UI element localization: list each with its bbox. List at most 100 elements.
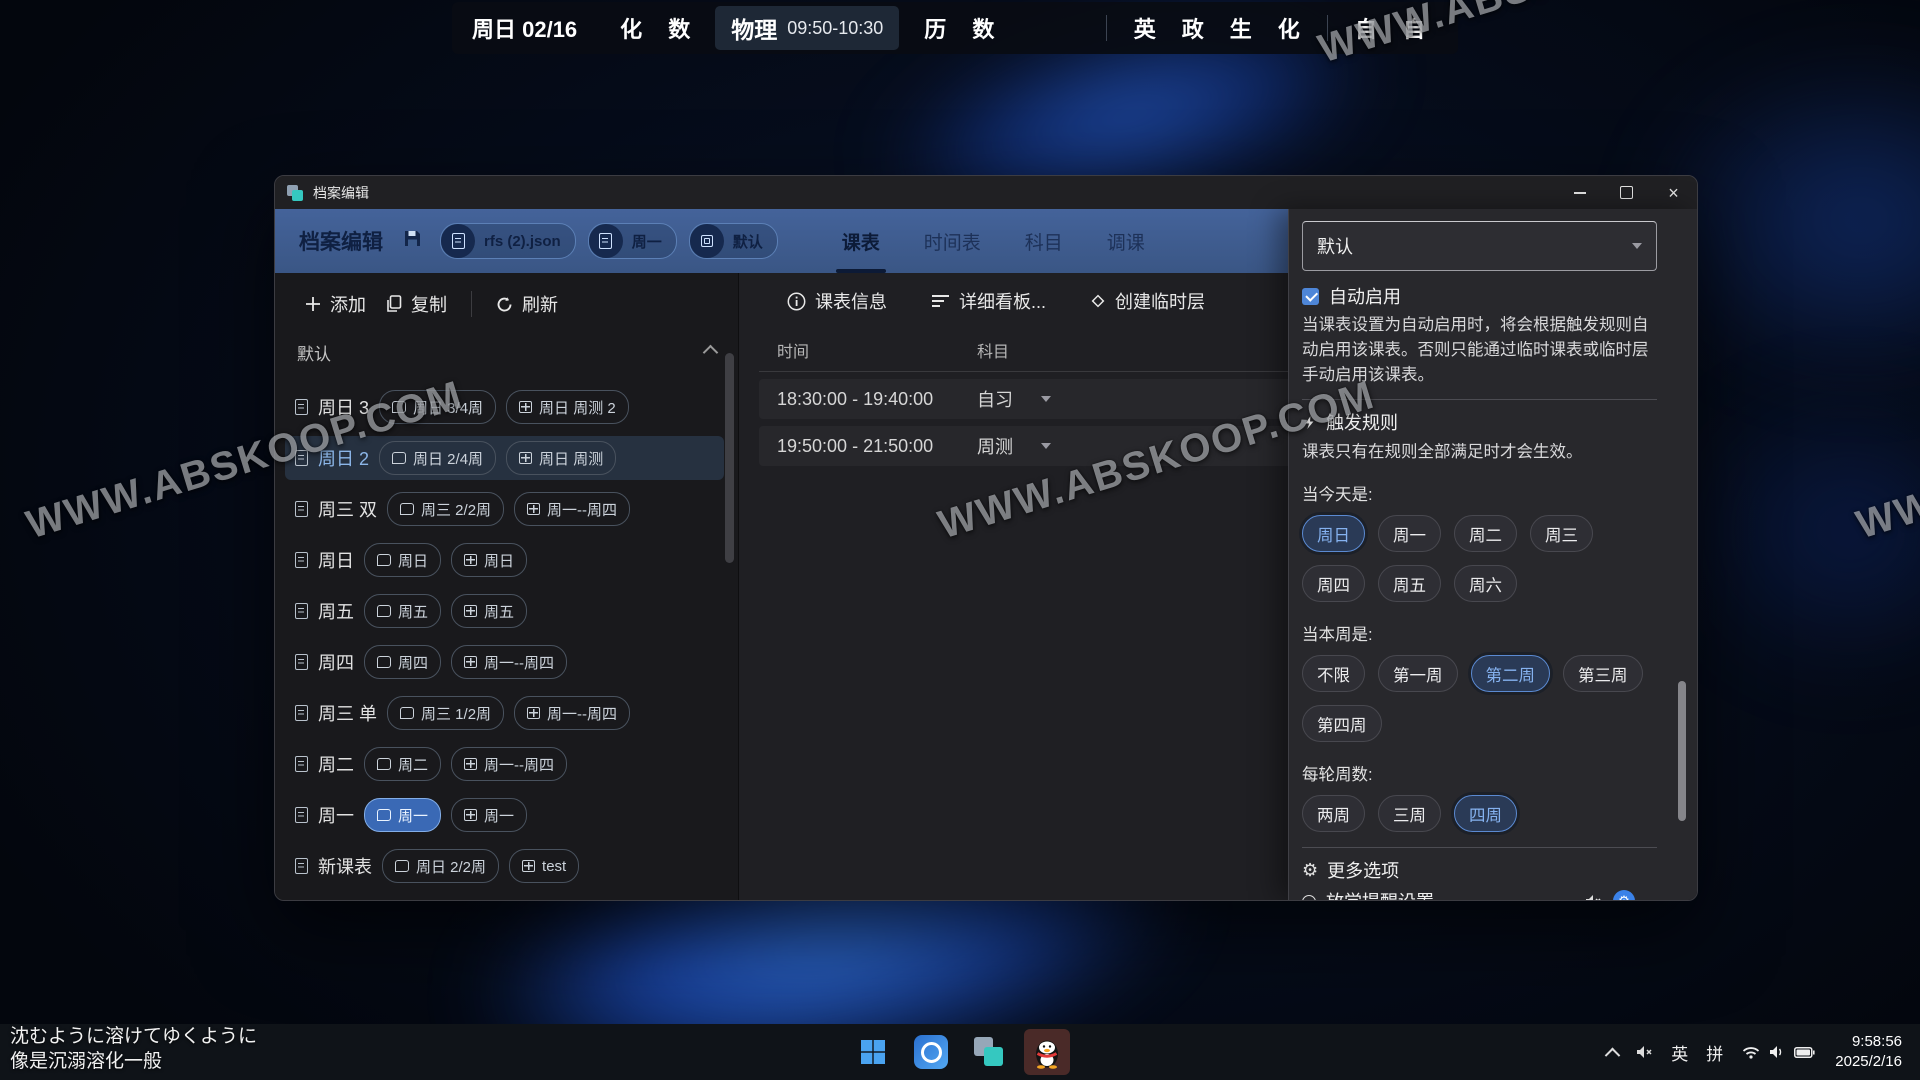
taskbar-app-classisland[interactable] [908, 1029, 954, 1075]
maximize-button[interactable] [1603, 176, 1650, 209]
chevron-down-icon [1644, 893, 1660, 900]
schedule-row-selected[interactable]: 周日 2 周日 2/4周 周日 周测 [285, 436, 724, 480]
week-chip[interactable]: 第一周 [1378, 655, 1458, 692]
taskbar: 沈むように溶けてゆくように 像是沉溺溶化一般 [0, 1024, 1920, 1080]
start-button[interactable] [850, 1029, 896, 1075]
plus-icon [305, 296, 321, 312]
windows-logo-icon [860, 1039, 886, 1065]
refresh-button[interactable]: 刷新 [486, 285, 568, 323]
day-chip[interactable]: 周二 [1454, 515, 1517, 552]
cycle-chip-selected[interactable]: 四周 [1454, 795, 1517, 832]
timetable-badge: test [509, 849, 579, 883]
schedule-row[interactable]: 周日 周日 周日 [285, 538, 724, 582]
schedule-subject: 数 [668, 12, 690, 44]
cycle-chip[interactable]: 两周 [1302, 795, 1365, 832]
tray-mute-button[interactable] [1627, 1032, 1662, 1072]
taskbar-app-qq[interactable] [1024, 1029, 1070, 1075]
doc-icon [295, 552, 308, 568]
day-chip[interactable]: 周一 [1378, 515, 1441, 552]
schedule-row[interactable]: 周五 周五 周五 [285, 589, 724, 633]
group-header[interactable]: 默认 [275, 335, 738, 369]
add-button[interactable]: 添加 [295, 285, 376, 323]
app-icon [287, 185, 304, 201]
file-chip[interactable]: rfs (2).json [440, 223, 576, 259]
schedule-row[interactable]: 新课表 周日 2/2周 test [285, 844, 724, 888]
gear-icon: ⚙ [1302, 861, 1318, 879]
week-chip-selected[interactable]: 第二周 [1471, 655, 1551, 692]
timetable-badge: 周一--周四 [514, 492, 630, 526]
timetable-select[interactable]: 默认 [1302, 221, 1657, 271]
day-rule-label: 当今天是: [1302, 481, 1657, 505]
window-titlebar[interactable]: 档案编辑 × [275, 176, 1697, 209]
battery-icon [1794, 1047, 1815, 1058]
chevron-up-icon [1605, 1047, 1621, 1063]
day-chip[interactable]: 周三 [1530, 515, 1593, 552]
settings-badge-icon[interactable]: ⚙ [1613, 890, 1635, 900]
tag-icon [377, 554, 391, 566]
col-time: 时间 [777, 338, 977, 362]
schedule-subject: 自 [1355, 12, 1377, 44]
tray-overflow-button[interactable] [1598, 1032, 1627, 1072]
trigger-rules-icon [1302, 415, 1317, 430]
tab-reschedule[interactable]: 调课 [1085, 209, 1167, 273]
save-icon [403, 229, 422, 248]
schedule-row[interactable]: 周一 周一 周一 [285, 793, 724, 837]
close-button[interactable]: × [1650, 176, 1697, 209]
col-subject: 科目 [977, 338, 1009, 362]
cycle-chip[interactable]: 三周 [1378, 795, 1441, 832]
taskbar-app-profile-editor[interactable] [966, 1029, 1012, 1075]
day-chip[interactable]: 周六 [1454, 565, 1517, 602]
copy-button[interactable]: 复制 [376, 285, 457, 323]
tab-timelayout[interactable]: 时间表 [902, 209, 1003, 273]
lyrics-line: 沈むように溶けてゆくように [10, 1024, 257, 1050]
timetable-info-button[interactable]: 课表信息 [787, 288, 887, 314]
collapse-icon [703, 344, 719, 360]
rule-badge: 周五 [364, 594, 441, 628]
rule-badge: 周三 1/2周 [387, 696, 504, 730]
schedule-row[interactable]: 周日 3 周日 3/4周 周日 周测 2 [285, 385, 724, 429]
list-scrollbar[interactable] [725, 353, 734, 563]
week-chip[interactable]: 第三周 [1563, 655, 1643, 692]
auto-enable-row[interactable]: 自动启用 [1302, 283, 1657, 309]
schedule-row[interactable]: 周三 单 周三 1/2周 周一--周四 [285, 691, 724, 735]
system-tray-cluster[interactable] [1732, 1045, 1825, 1059]
ime-pinyin-indicator[interactable]: 拼 [1697, 1032, 1732, 1072]
current-subject: 物理 [731, 11, 777, 45]
week-chip[interactable]: 不限 [1302, 655, 1365, 692]
clock[interactable]: 9:58:56 2025/2/16 [1825, 1032, 1914, 1073]
save-button[interactable] [403, 229, 422, 253]
dismissal-reminder-expander[interactable]: 放学提醒设置 ⚙ [1302, 888, 1657, 900]
auto-enable-checkbox[interactable] [1302, 288, 1319, 305]
detail-board-button[interactable]: 详细看板... [931, 288, 1046, 314]
lyrics-widget: 沈むように溶けてゆくように 像是沉溺溶化一般 [10, 1024, 257, 1075]
schedule-row[interactable]: 周三 双 周三 2/2周 周一--周四 [285, 487, 724, 531]
day-chip[interactable]: 周五 [1378, 565, 1441, 602]
subject-dropdown[interactable]: 自习 [977, 386, 1051, 412]
timetable-chip[interactable]: 默认 [689, 223, 778, 259]
ime-english-indicator[interactable]: 英 [1662, 1032, 1697, 1072]
drawer-scrollbar[interactable] [1678, 681, 1686, 821]
tab-timetable[interactable]: 课表 [820, 209, 902, 273]
tab-subjects[interactable]: 科目 [1003, 209, 1085, 273]
table-icon [464, 809, 477, 821]
schedule-row[interactable]: 周二 周二 周一--周四 [285, 742, 724, 786]
board-icon [931, 294, 950, 308]
doc-icon [295, 450, 308, 466]
layer-chip[interactable]: 周一 [588, 223, 677, 259]
wifi-icon [1742, 1046, 1760, 1059]
wallpaper-bloom [1680, 380, 1920, 680]
schedule-subject: 化 [620, 12, 642, 44]
doc-icon [295, 654, 308, 670]
table-icon [519, 401, 532, 413]
schedule-row[interactable]: 周四 周四 周一--周四 [285, 640, 724, 684]
timetable-badge: 周日 [451, 543, 527, 577]
day-chip-selected[interactable]: 周日 [1302, 515, 1365, 552]
tag-icon [377, 758, 391, 770]
minimize-button[interactable] [1556, 176, 1603, 209]
schedule-subject: 政 [1182, 12, 1204, 44]
create-temp-layer-button[interactable]: 创建临时层 [1090, 288, 1205, 314]
day-chip[interactable]: 周四 [1302, 565, 1365, 602]
more-options-button[interactable]: ⚙ 更多选项 [1302, 858, 1657, 882]
subject-dropdown[interactable]: 周测 [977, 433, 1051, 459]
week-chip[interactable]: 第四周 [1302, 705, 1382, 742]
